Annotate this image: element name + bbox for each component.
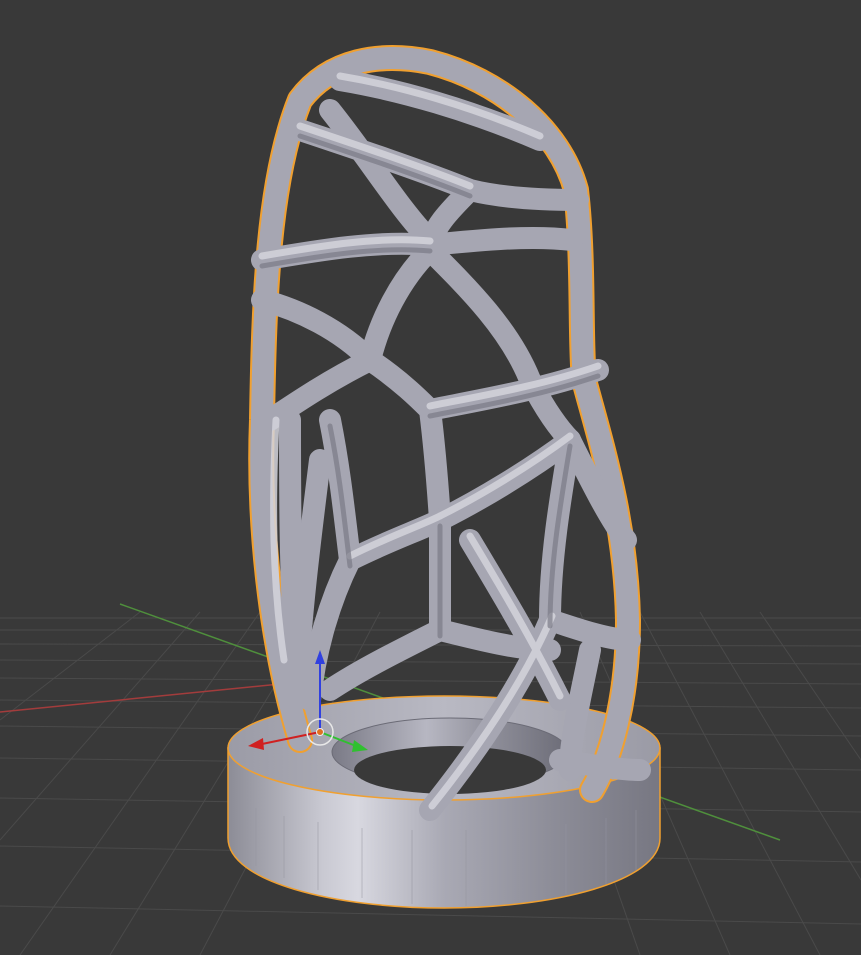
3d-viewport[interactable]	[0, 0, 861, 955]
object-origin-icon	[316, 728, 324, 736]
viewport-canvas[interactable]	[0, 0, 861, 955]
